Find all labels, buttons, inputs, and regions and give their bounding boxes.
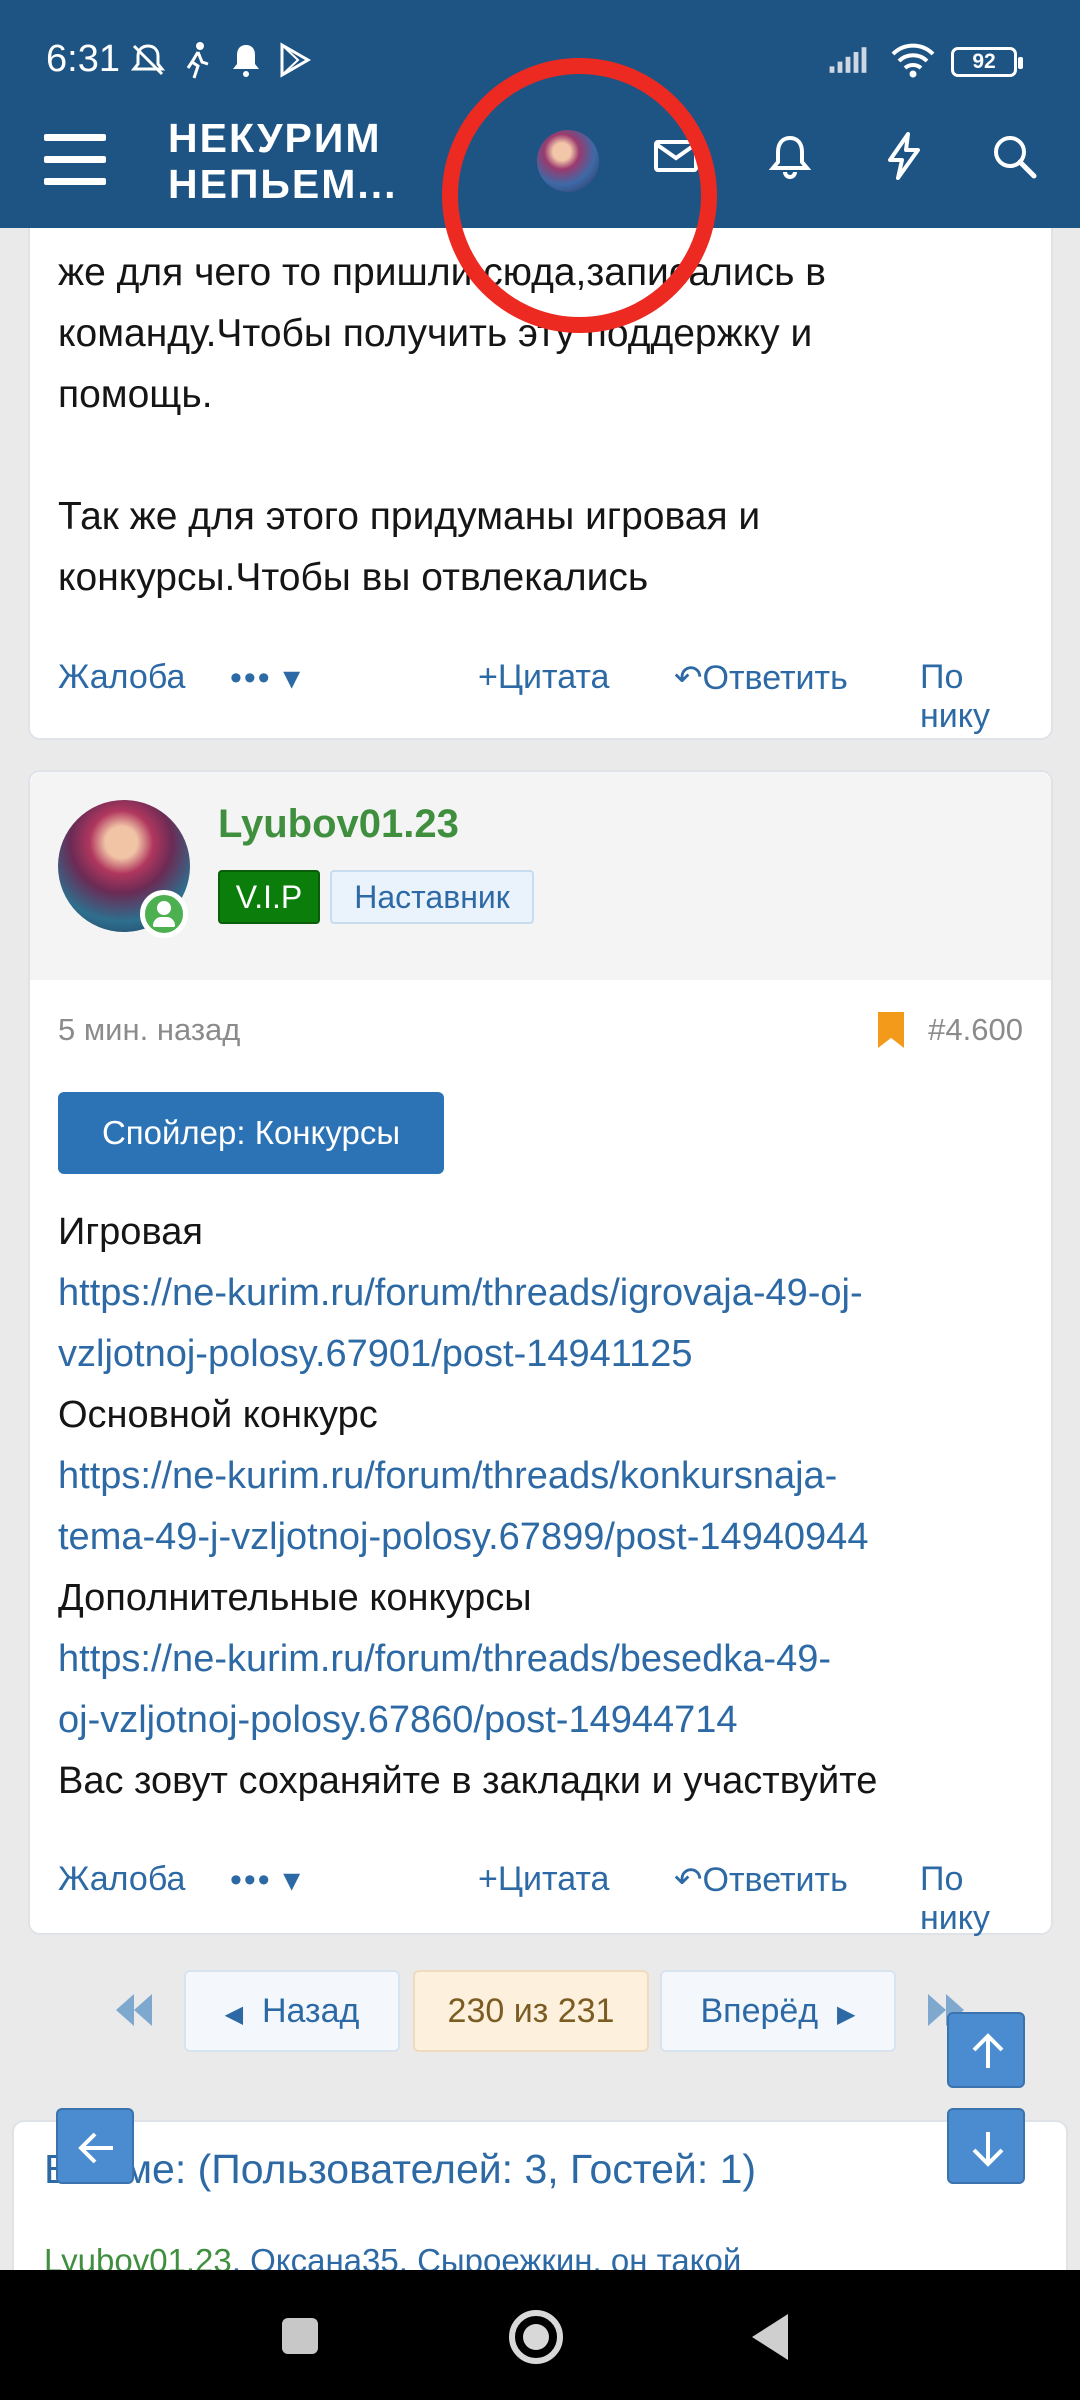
post-body: Игровая https://ne-kurim.ru/forum/thread… [58, 1211, 878, 1802]
chevron-down-icon: ▾ [283, 659, 303, 697]
highlight-circle-annotation [442, 58, 717, 333]
post-actions: Жалоба ••• ▾ +Цитата ↶Ответить По нику [58, 1860, 1023, 1937]
spoiler-button[interactable]: Спойлер: Конкурсы [58, 1092, 444, 1174]
plus-icon: + [478, 658, 498, 696]
scroll-down-button[interactable] [947, 2108, 1025, 2184]
reply-icon: ↶ [674, 659, 703, 697]
system-nav-bar [0, 2270, 1080, 2400]
post-card: Lyubov01.23 V.I.P Наставник 5 мин. назад… [28, 770, 1053, 1937]
vip-badge: V.I.P [218, 870, 320, 924]
search-icon[interactable] [986, 128, 1042, 184]
battery-indicator: 92 [951, 47, 1023, 77]
by-nick-link[interactable]: По нику [920, 1860, 1023, 1938]
bell-icon[interactable] [762, 128, 818, 184]
bell-status-icon [233, 45, 259, 77]
back-icon[interactable] [752, 2314, 788, 2360]
reply-button[interactable]: ↶Ответить [674, 658, 848, 698]
thread-link[interactable]: https://ne-kurim.ru/forum/threads/besedk… [58, 1629, 877, 1751]
author-username[interactable]: Lyubov01.23 [218, 802, 459, 847]
post-meta: 5 мин. назад #4.600 [58, 1012, 1023, 1052]
status-time: 6:31 [46, 38, 120, 80]
reply-icon: ↶ [674, 1861, 703, 1899]
site-logo[interactable]: НЕКУРИМ НЕПЬЕМ... [168, 115, 408, 207]
in-thread-title: В теме: (Пользователей: 3, Гостей: 1) [44, 2146, 757, 2192]
walking-icon [186, 42, 209, 79]
post-number[interactable]: #4.600 [928, 1012, 1023, 1048]
by-nick-link[interactable]: По нику [920, 658, 1023, 736]
more-menu[interactable]: ••• ▾ [230, 658, 302, 698]
reply-button[interactable]: ↶Ответить [674, 1860, 848, 1900]
arrow-down-icon [972, 2132, 1004, 2167]
caret-left-icon: ◀ [224, 2001, 244, 2028]
prev-page-button[interactable]: ◀ Назад [184, 1970, 400, 2052]
quote-button[interactable]: +Цитата [478, 658, 609, 697]
home-icon[interactable] [509, 2310, 563, 2364]
back-button[interactable] [56, 2108, 134, 2184]
online-status-icon [140, 890, 188, 938]
scroll-up-button[interactable] [947, 2012, 1025, 2088]
report-link[interactable]: Жалоба [58, 1860, 185, 1899]
current-page[interactable]: 230 из 231 [413, 1970, 649, 2052]
role-badge: Наставник [330, 870, 534, 924]
play-store-icon [280, 42, 312, 78]
pagination: ◀ Назад 230 из 231 Вперёд ▶ [0, 1970, 1080, 2052]
notifications-muted-icon [130, 44, 166, 76]
post-author-section: Lyubov01.23 V.I.P Наставник [30, 772, 1051, 980]
thread-link[interactable]: https://ne-kurim.ru/forum/threads/konkur… [58, 1446, 877, 1568]
lightning-icon[interactable] [876, 128, 932, 184]
next-page-button[interactable]: Вперёд ▶ [660, 1970, 896, 2052]
arrow-up-icon [972, 2033, 1004, 2068]
more-menu[interactable]: ••• ▾ [230, 1860, 302, 1900]
first-page-icon[interactable] [114, 1992, 154, 2028]
post-time[interactable]: 5 мин. назад [58, 1012, 240, 1047]
signal-icon [829, 47, 867, 73]
report-link[interactable]: Жалоба [58, 658, 185, 697]
recent-apps-icon[interactable] [282, 2318, 318, 2354]
caret-right-icon: ▶ [837, 2001, 856, 2028]
wifi-icon [891, 43, 935, 78]
post-body: же для чего то пришли сюда,записались в … [58, 251, 826, 599]
thread-link[interactable]: https://ne-kurim.ru/forum/threads/igrova… [58, 1263, 877, 1385]
post-actions: Жалоба ••• ▾ +Цитата ↶Ответить По нику [58, 658, 1023, 735]
arrow-left-icon [78, 2132, 113, 2164]
menu-icon[interactable] [44, 134, 106, 185]
chevron-down-icon: ▾ [283, 1861, 303, 1899]
plus-icon: + [478, 1860, 498, 1898]
bookmark-icon[interactable] [878, 1012, 904, 1048]
quote-button[interactable]: +Цитата [478, 1860, 609, 1899]
